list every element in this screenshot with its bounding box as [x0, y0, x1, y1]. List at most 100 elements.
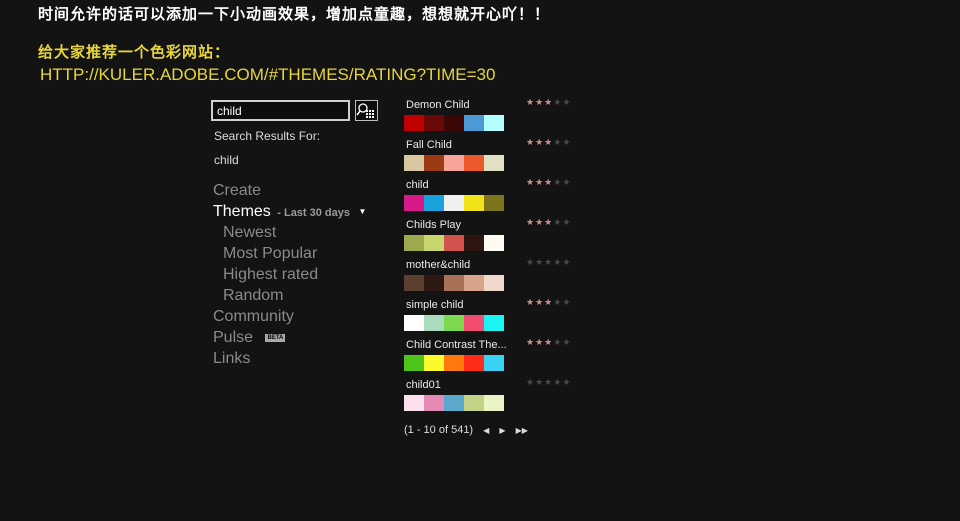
- star-icon: ★: [535, 138, 545, 148]
- theme-item[interactable]: simple child ★★★★★: [404, 297, 584, 337]
- nav-highest-rated[interactable]: Highest rated: [213, 264, 366, 285]
- nav-newest[interactable]: Newest: [213, 222, 366, 243]
- star-icon: ★: [562, 378, 572, 388]
- color-swatch: [484, 195, 504, 211]
- star-icon: ★: [535, 178, 545, 188]
- star-icon: ★: [544, 178, 554, 188]
- star-icon: ★: [535, 98, 545, 108]
- theme-swatches[interactable]: [404, 275, 504, 291]
- nav-pulse[interactable]: Pulse BETA: [213, 327, 366, 348]
- nav-create[interactable]: Create: [213, 180, 366, 201]
- color-swatch: [484, 395, 504, 411]
- theme-rating[interactable]: ★★★★★: [526, 378, 571, 388]
- nav-themes-label: Themes: [213, 203, 271, 220]
- color-swatch: [404, 315, 424, 331]
- star-icon: ★: [553, 298, 563, 308]
- search-input[interactable]: child: [211, 100, 350, 121]
- last-page-icon[interactable]: ▶▶: [516, 426, 528, 435]
- theme-item[interactable]: child ★★★★★: [404, 177, 584, 217]
- star-icon: ★: [553, 178, 563, 188]
- color-swatch: [404, 155, 424, 171]
- color-swatch: [404, 275, 424, 291]
- theme-rating[interactable]: ★★★★★: [526, 98, 571, 108]
- star-icon: ★: [526, 298, 536, 308]
- star-icon: ★: [562, 218, 572, 228]
- theme-swatches[interactable]: [404, 115, 504, 131]
- color-swatch: [464, 315, 484, 331]
- theme-rating[interactable]: ★★★★★: [526, 258, 571, 268]
- color-swatch: [464, 115, 484, 131]
- next-page-icon[interactable]: ▶: [499, 426, 505, 435]
- theme-item[interactable]: Demon Child ★★★★★: [404, 97, 584, 137]
- color-swatch: [404, 115, 424, 131]
- star-icon: ★: [535, 218, 545, 228]
- nav-community[interactable]: Community: [213, 306, 366, 327]
- theme-item[interactable]: Fall Child ★★★★★: [404, 137, 584, 177]
- theme-swatches[interactable]: [404, 155, 504, 171]
- star-icon: ★: [544, 378, 554, 388]
- star-icon: ★: [535, 298, 545, 308]
- star-icon: ★: [553, 338, 563, 348]
- theme-swatches[interactable]: [404, 395, 504, 411]
- theme-swatches[interactable]: [404, 315, 504, 331]
- nav-random[interactable]: Random: [213, 285, 366, 306]
- color-swatch: [424, 155, 444, 171]
- pager: (1 - 10 of 541) ◀ ▶ ▶▶: [404, 424, 528, 436]
- theme-name[interactable]: mother&child: [406, 259, 506, 271]
- theme-swatches[interactable]: [404, 235, 504, 251]
- recommend-url[interactable]: HTTP://KULER.ADOBE.COM/#THEMES/RATING?TI…: [40, 65, 495, 85]
- color-swatch: [424, 315, 444, 331]
- color-swatch: [424, 395, 444, 411]
- theme-rating[interactable]: ★★★★★: [526, 218, 571, 228]
- theme-rating[interactable]: ★★★★★: [526, 138, 571, 148]
- search-button[interactable]: [355, 100, 378, 121]
- nav-links[interactable]: Links: [213, 348, 366, 369]
- color-swatch: [404, 355, 424, 371]
- theme-name[interactable]: Demon Child: [406, 99, 506, 111]
- theme-item[interactable]: child01 ★★★★★: [404, 377, 584, 417]
- star-icon: ★: [526, 338, 536, 348]
- nav-most-popular[interactable]: Most Popular: [213, 243, 366, 264]
- pager-range: (1 - 10 of 541): [404, 424, 474, 436]
- color-swatch: [464, 395, 484, 411]
- star-icon: ★: [544, 258, 554, 268]
- theme-rating[interactable]: ★★★★★: [526, 338, 571, 348]
- theme-swatches[interactable]: [404, 195, 504, 211]
- chevron-down-icon[interactable]: ▼: [358, 207, 366, 216]
- color-swatch: [444, 235, 464, 251]
- top-note: 时间允许的话可以添加一下小动画效果，增加点童趣，想想就开心吖！！: [38, 5, 551, 23]
- color-swatch: [484, 355, 504, 371]
- star-icon: ★: [526, 178, 536, 188]
- theme-item[interactable]: Childs Play ★★★★★: [404, 217, 584, 257]
- theme-name[interactable]: child: [406, 179, 506, 191]
- theme-item[interactable]: mother&child ★★★★★: [404, 257, 584, 297]
- theme-item[interactable]: Child Contrast The... ★★★★★: [404, 337, 584, 377]
- theme-swatches[interactable]: [404, 355, 504, 371]
- color-swatch: [484, 155, 504, 171]
- star-icon: ★: [526, 378, 536, 388]
- nav-themes[interactable]: Themes - Last 30 days ▼: [213, 201, 366, 222]
- star-icon: ★: [544, 138, 554, 148]
- star-icon: ★: [535, 258, 545, 268]
- theme-name[interactable]: child01: [406, 379, 506, 391]
- beta-badge: BETA: [265, 334, 286, 342]
- theme-name[interactable]: simple child: [406, 299, 506, 311]
- theme-name[interactable]: Childs Play: [406, 219, 506, 231]
- color-swatch: [444, 195, 464, 211]
- theme-rating[interactable]: ★★★★★: [526, 178, 571, 188]
- search-results-term: child: [214, 153, 239, 167]
- star-icon: ★: [526, 258, 536, 268]
- search-icon: [356, 103, 374, 118]
- color-swatch: [404, 395, 424, 411]
- theme-rating[interactable]: ★★★★★: [526, 298, 571, 308]
- nav-menu: Create Themes - Last 30 days ▼ Newest Mo…: [213, 180, 366, 369]
- color-swatch: [424, 235, 444, 251]
- theme-name[interactable]: Fall Child: [406, 139, 506, 151]
- color-swatch: [424, 195, 444, 211]
- star-icon: ★: [544, 298, 554, 308]
- prev-page-icon[interactable]: ◀: [483, 426, 489, 435]
- color-swatch: [464, 235, 484, 251]
- star-icon: ★: [544, 338, 554, 348]
- themes-time-filter[interactable]: - Last 30 days: [277, 207, 350, 219]
- theme-name[interactable]: Child Contrast The...: [406, 339, 506, 351]
